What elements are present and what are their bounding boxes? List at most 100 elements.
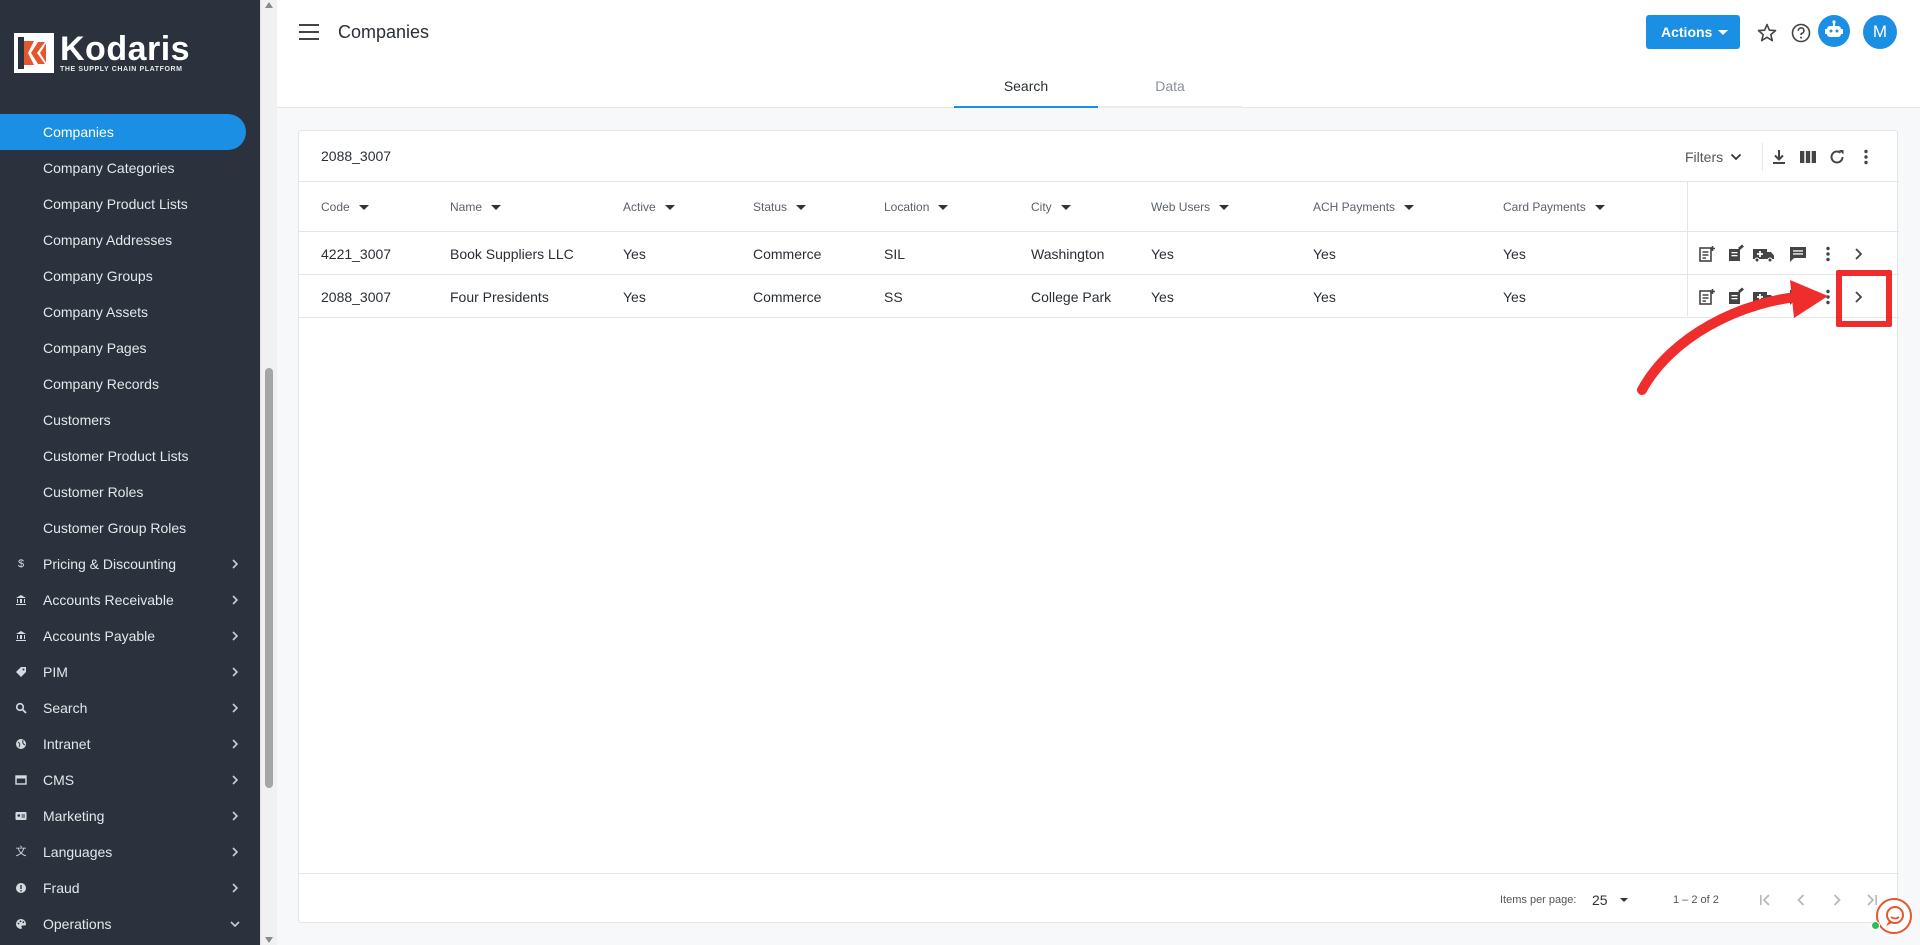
sidebar-scrollbar[interactable] (260, 0, 277, 945)
edit-document-icon[interactable] (1726, 244, 1746, 264)
chat-widget-button[interactable] (1876, 898, 1912, 934)
table-row[interactable]: 4221_3007 Book Suppliers LLC Yes Commerc… (299, 232, 1899, 275)
help-icon[interactable] (1790, 22, 1812, 44)
column-header-code[interactable]: Code (321, 200, 369, 214)
sidebar-item-customer-product-lists[interactable]: Customer Product Lists (0, 438, 260, 474)
cell-card-payments: Yes (1503, 246, 1526, 262)
sidebar-section-pim[interactable]: PIM (0, 654, 260, 690)
chevron-right-icon (232, 739, 239, 749)
chevron-right-icon (232, 667, 239, 677)
scroll-up-arrow-icon[interactable] (265, 2, 273, 8)
dollar-icon: $ (17, 558, 25, 570)
sort-caret-icon (1404, 204, 1415, 210)
filters-label: Filters (1685, 149, 1724, 165)
sidebar-item-company-product-lists[interactable]: Company Product Lists (0, 186, 260, 222)
sidebar-section-label: Operations (43, 916, 112, 932)
sidebar-section-fraud[interactable]: Fraud (0, 870, 260, 906)
column-header-ach-payments[interactable]: ACH Payments (1313, 200, 1415, 214)
cell-card-payments: Yes (1503, 289, 1526, 305)
sidebar-section-accounts-payable[interactable]: Accounts Payable (0, 618, 260, 654)
comment-icon[interactable] (1788, 244, 1808, 264)
search-query[interactable]: 2088_3007 (321, 148, 391, 164)
sidebar-item-company-pages[interactable]: Company Pages (0, 330, 260, 366)
kodaris-logo[interactable]: Kodaris THE SUPPLY CHAIN PLATFORM (14, 32, 190, 74)
sidebar-item-company-assets[interactable]: Company Assets (0, 294, 260, 330)
search-icon (15, 702, 27, 714)
translate-icon: 文 (15, 846, 27, 858)
first-page-icon[interactable] (1755, 890, 1775, 910)
sidebar-item-companies[interactable]: Companies (0, 114, 246, 150)
sidebar-section-marketing[interactable]: Marketing (0, 798, 260, 834)
sidebar-section-label: Languages (43, 844, 113, 860)
tab-data[interactable]: Data (1098, 70, 1242, 108)
sidebar-section-pricing-discounting[interactable]: $ Pricing & Discounting (0, 546, 260, 582)
download-icon[interactable] (1769, 147, 1789, 167)
column-header-card-payments[interactable]: Card Payments (1503, 200, 1605, 214)
columns-icon[interactable] (1798, 147, 1818, 167)
column-header-location[interactable]: Location (884, 200, 949, 214)
cell-location: SS (884, 289, 903, 305)
column-header-web-users[interactable]: Web Users (1151, 200, 1230, 214)
page-title: Companies (338, 22, 430, 42)
sidebar-item-customer-group-roles[interactable]: Customer Group Roles (0, 510, 260, 546)
column-header-city[interactable]: City (1031, 200, 1071, 214)
cell-name: Book Suppliers LLC (450, 246, 574, 262)
sidebar-item-customers[interactable]: Customers (0, 402, 260, 438)
annotation-arrow (1637, 280, 1828, 395)
column-header-name[interactable]: Name (450, 200, 502, 214)
brand-name: Kodaris (60, 30, 191, 68)
chevron-right-icon (232, 559, 239, 569)
ambulance-icon[interactable] (1752, 244, 1776, 264)
refresh-icon[interactable] (1827, 147, 1847, 167)
toolbar-divider (1762, 143, 1763, 171)
next-page-icon[interactable] (1827, 890, 1847, 910)
add-note-icon[interactable] (1697, 244, 1717, 264)
sidebar-section-cms[interactable]: CMS (0, 762, 260, 798)
id-card-icon (15, 812, 27, 820)
sidebar-item-company-addresses[interactable]: Company Addresses (0, 222, 260, 258)
robot-icon (1825, 20, 1843, 37)
cell-code: 2088_3007 (321, 289, 392, 305)
star-icon[interactable] (1756, 22, 1778, 44)
sidebar-section-search[interactable]: Search (0, 690, 260, 726)
sidebar-item-customer-roles[interactable]: Customer Roles (0, 474, 260, 510)
actions-button[interactable]: Actions (1646, 15, 1740, 49)
tab-search[interactable]: Search (954, 70, 1098, 108)
cell-code: 4221_3007 (321, 246, 392, 262)
scrollbar-thumb[interactable] (265, 368, 273, 788)
column-header-label: Name (450, 200, 483, 214)
sidebar-item-company-groups[interactable]: Company Groups (0, 258, 260, 294)
sidebar-section-intranet[interactable]: Intranet (0, 726, 260, 762)
cell-city: College Park (1031, 289, 1112, 305)
column-header-active[interactable]: Active (623, 200, 675, 214)
globe-icon (16, 739, 26, 749)
results-card: 2088_3007 Filters Code Name Active Statu… (298, 130, 1899, 923)
previous-page-icon[interactable] (1791, 890, 1811, 910)
more-vert-icon[interactable] (1818, 244, 1838, 264)
column-header-status[interactable]: Status (753, 200, 807, 214)
more-vert-icon[interactable] (1856, 147, 1876, 167)
browser-icon (15, 775, 27, 785)
assistant-bot-button[interactable] (1818, 15, 1850, 47)
tag-icon (16, 667, 26, 677)
column-header-label: Card Payments (1503, 200, 1586, 214)
filters-dropdown[interactable]: Filters (1685, 149, 1743, 165)
scroll-down-arrow-icon[interactable] (265, 937, 273, 943)
sidebar-section-languages[interactable]: 文 Languages (0, 834, 260, 870)
caret-down-icon (1619, 898, 1628, 902)
sidebar-section-accounts-receivable[interactable]: Accounts Receivable (0, 582, 260, 618)
row-open-button[interactable] (1848, 244, 1868, 264)
cell-active: Yes (623, 289, 646, 305)
items-per-page-select[interactable]: 25 (1592, 892, 1628, 908)
cell-ach-payments: Yes (1313, 289, 1336, 305)
chevron-right-icon (232, 703, 239, 713)
sidebar-item-company-categories[interactable]: Company Categories (0, 150, 260, 186)
sidebar-section-operations[interactable]: Operations (0, 906, 260, 942)
user-avatar[interactable]: M (1863, 15, 1897, 49)
sidebar-item-label: Company Records (43, 376, 159, 392)
chevron-down-icon (1730, 153, 1742, 161)
sidebar-item-company-records[interactable]: Company Records (0, 366, 260, 402)
menu-icon[interactable] (299, 24, 319, 42)
sidebar-item-label: Company Pages (43, 340, 147, 356)
sidebar-item-label: Company Assets (43, 304, 149, 320)
